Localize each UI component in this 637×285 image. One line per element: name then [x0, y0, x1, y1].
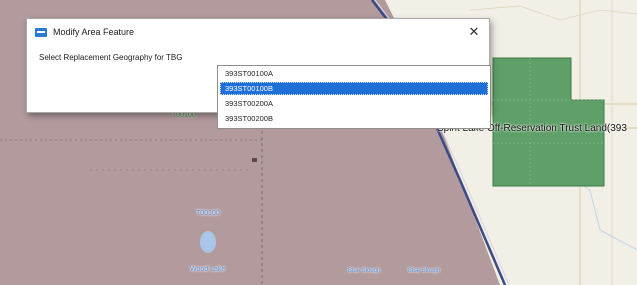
label-blue-slough-2: Blue Slough	[408, 268, 441, 274]
geography-dropdown-list[interactable]: 393ST00100A 393ST00100B 393ST00200A 393S…	[217, 65, 491, 129]
map-marker	[252, 158, 257, 162]
close-icon[interactable]: ✕	[465, 23, 483, 41]
label-blue-slough-1: Blue Slough	[348, 268, 381, 274]
dropdown-option-selected[interactable]: 393ST00100B	[220, 82, 488, 95]
dialog-title: Modify Area Feature	[53, 27, 135, 37]
label-wood-lake: Wood Lake	[190, 266, 226, 273]
dropdown-option[interactable]: 393ST00200A	[220, 97, 488, 110]
label-t00100-top: T00100	[172, 112, 196, 119]
dropdown-option[interactable]: 393ST00200B	[220, 112, 488, 125]
dialog-titlebar[interactable]: Modify Area Feature ✕	[27, 19, 489, 47]
app-icon	[35, 28, 47, 37]
replacement-geography-label: Select Replacement Geography for TBG	[39, 53, 183, 62]
modify-area-feature-dialog: Modify Area Feature ✕ Select Replacement…	[26, 18, 491, 129]
label-t00100-mid: T00100	[196, 210, 220, 217]
dropdown-option[interactable]: 393ST00100A	[220, 67, 488, 80]
wood-lake-water	[200, 231, 216, 253]
